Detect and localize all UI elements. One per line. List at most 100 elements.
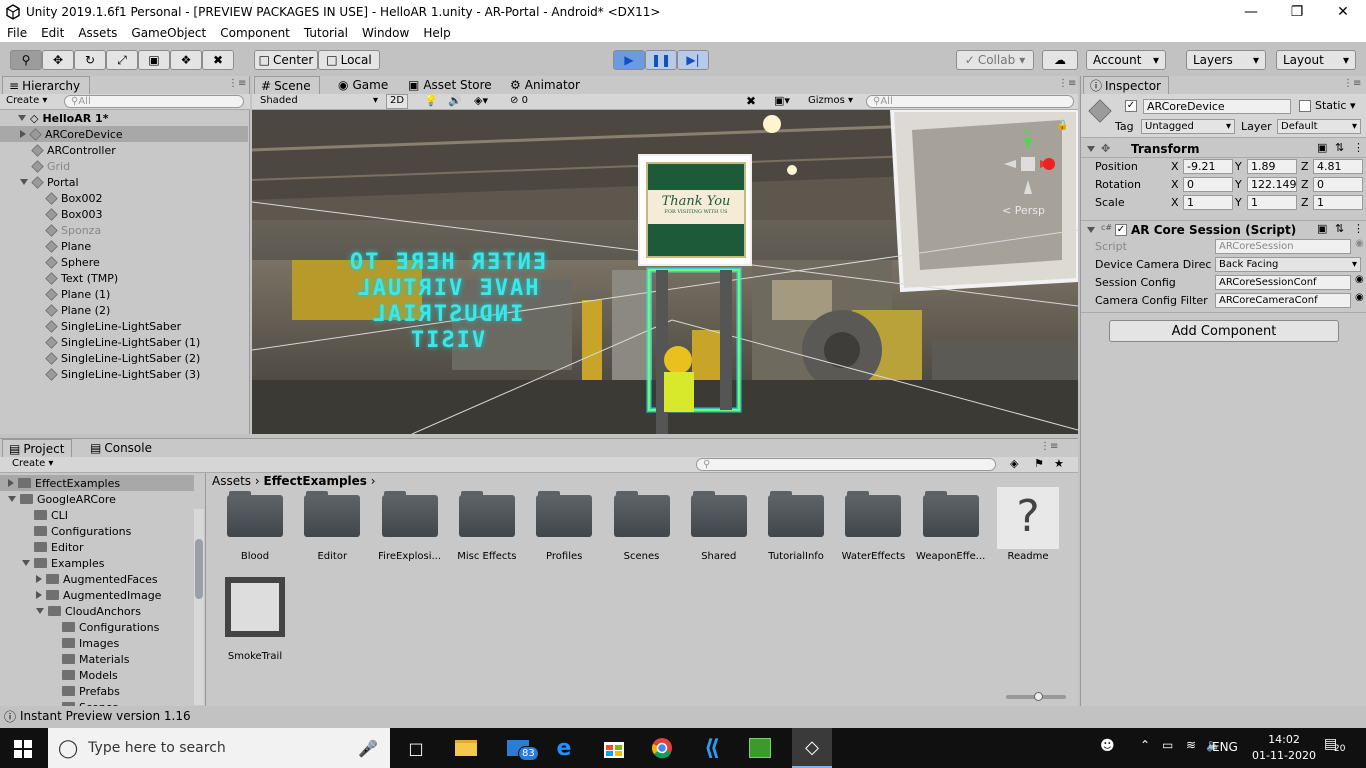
chevron-up-icon[interactable]: ⌃ [1140,738,1150,752]
scale-tool-icon[interactable]: ⤢ [106,50,138,70]
shading-dropdown[interactable]: Shaded ▾ [260,95,378,106]
transform-scale-y-input[interactable]: 1 [1247,195,1297,210]
axis-z-label[interactable]: Z [1301,196,1309,209]
collab-button[interactable]: ✓ Collab ▾ [956,50,1034,70]
gizmos-dropdown[interactable]: Gizmos ▾ [808,95,853,106]
object-name-input[interactable]: ARCoreDevice [1143,99,1291,114]
add-component-button[interactable]: Add Component [1109,320,1339,342]
transform-position-y-input[interactable]: 1.89 [1247,159,1297,174]
file-explorer-icon[interactable] [448,728,484,768]
cloud-button[interactable]: ☁ [1042,50,1078,70]
expand-icon[interactable] [20,179,28,185]
step-button[interactable]: ▶| [677,50,709,70]
audio-icon[interactable]: 🔊 [448,94,462,107]
expand-icon[interactable] [36,608,44,614]
project-tree-item[interactable]: Prefabs [0,683,194,699]
transform-tool-icon[interactable]: ❖ [170,50,202,70]
project-tree-item[interactable]: CLI [0,507,194,523]
windows-start-icon[interactable] [14,740,32,758]
camera-direction-dropdown[interactable]: Back Facing ▾ [1215,257,1361,272]
menu-help[interactable]: Help [416,26,457,40]
close-button[interactable]: ✕ [1320,0,1366,24]
scene-search-input[interactable]: ⚲All [866,95,1074,108]
hand-tool-icon[interactable]: ⚲ [10,50,42,70]
asset-item[interactable]: Blood [220,491,290,562]
camera-icon[interactable]: ▣▾ [774,94,790,107]
panel-menu-icon[interactable]: ⋮≡ [1343,78,1361,89]
project-tree-item[interactable]: CloudAnchors [0,603,194,619]
expand-icon[interactable] [36,591,42,599]
hierarchy-item[interactable]: ARController [0,142,248,158]
scene-row[interactable]: ◇ HelloAR 1* [0,110,248,126]
task-view-icon[interactable]: □ [398,728,434,768]
tab-animator[interactable]: ⚙ Animator [504,76,586,94]
language-indicator[interactable]: ENG [1212,740,1238,754]
axis-z-label[interactable]: Z [1301,160,1309,173]
presets-icon[interactable]: ⇅ [1335,222,1344,235]
project-search-input[interactable]: ⚲ [696,458,996,471]
battery-icon[interactable]: ▭ [1162,738,1173,752]
hierarchy-item[interactable]: Box003 [0,206,248,222]
expand-icon[interactable] [20,130,26,138]
pivot-center-button[interactable]: □ Center [254,50,318,70]
store-icon[interactable] [596,728,632,768]
maximize-button[interactable]: ❐ [1274,0,1320,24]
pivot-local-button[interactable]: □ Local [318,50,380,70]
axis-x-label[interactable]: X [1171,196,1179,209]
hierarchy-item[interactable]: Portal [0,174,248,190]
hierarchy-item[interactable]: Grid [0,158,248,174]
tab-scene[interactable]: # Scene [254,76,320,94]
tools-icon[interactable]: ✖ [746,94,756,108]
tab-hierarchy[interactable]: ≡ Hierarchy [2,76,90,94]
expand-icon[interactable] [8,496,16,502]
notification-icon[interactable]: ▤ 20 [1324,736,1345,754]
hierarchy-item[interactable]: Sphere [0,254,248,270]
axis-y-label[interactable]: Y [1235,160,1242,173]
hierarchy-item[interactable]: SingleLine-LightSaber [0,318,248,334]
lock-icon[interactable]: 🔒 [1056,120,1068,131]
asset-item[interactable]: FireExplosi... [375,491,445,562]
static-checkbox[interactable] [1299,100,1311,112]
unity-taskbar-icon[interactable]: ◇ [792,728,832,768]
android-tool-icon[interactable] [742,728,778,768]
tab-inspector[interactable]: ⓘ Inspector [1083,76,1169,94]
mail-icon[interactable]: 83 [498,728,539,768]
expand-icon[interactable] [36,575,42,583]
tag-dropdown[interactable]: Untagged ▾ [1141,119,1235,134]
layers-dropdown[interactable]: Layers ▾ [1186,50,1266,70]
layer-dropdown[interactable]: Default ▾ [1277,119,1361,134]
asset-item[interactable]: WaterEffects [838,491,908,562]
project-tree-item[interactable]: Editor [0,539,194,555]
axis-y-label[interactable]: Y [1235,196,1242,209]
2d-toggle[interactable]: 2D [386,94,408,109]
project-tree-item[interactable]: Configurations [0,619,194,635]
tab-console[interactable]: ▤ Console [84,439,158,457]
menu-edit[interactable]: Edit [34,26,71,40]
expand-icon[interactable] [22,560,30,566]
project-tree-item[interactable]: Configurations [0,523,194,539]
axis-x-label[interactable]: X [1171,160,1179,173]
hidden-objects-toggle[interactable]: ⊘ 0 [510,95,528,106]
asset-item[interactable]: WeaponEffe... [916,491,986,562]
account-dropdown[interactable]: Account ▾ [1086,50,1166,70]
transform-position-z-input[interactable]: 4.81 [1313,159,1363,174]
project-tree-item[interactable]: AugmentedImage [0,587,194,603]
asset-item[interactable]: Editor [297,491,367,562]
transform-position-x-input[interactable]: -9.21 [1183,159,1233,174]
asset-item[interactable]: ? Readme [993,487,1063,562]
transform-header[interactable]: ✥ Transform ▣ ⇅ ⋮ [1081,140,1366,158]
camera-filter-field[interactable]: ARCoreCameraConf [1215,293,1351,308]
hierarchy-item[interactable]: Plane [0,238,248,254]
panel-menu-icon[interactable]: ⋮≡ [1058,78,1076,89]
create-dropdown[interactable]: Create ▾ [6,95,47,106]
edge-icon[interactable]: e [546,728,582,768]
object-picker-icon[interactable]: ◉ [1355,274,1364,285]
asset-item[interactable]: Misc Effects [452,491,522,562]
vscode-icon[interactable]: ⟪ [694,728,730,768]
project-tree-item[interactable]: Images [0,635,194,651]
filter-label-icon[interactable]: ⚑ [1034,457,1044,470]
component-menu-icon[interactable]: ⋮ [1353,141,1364,154]
people-icon[interactable]: ☻ [1100,738,1115,754]
pause-button[interactable]: ❚❚ [645,50,677,70]
hierarchy-item[interactable]: SingleLine-LightSaber (2) [0,350,248,366]
